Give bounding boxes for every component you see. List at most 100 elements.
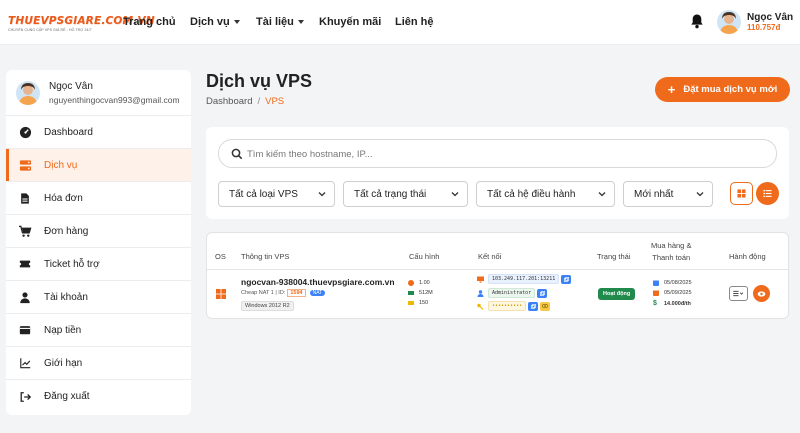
vps-hostname[interactable]: ngocvan-938004.thuevpsgiare.com.vn [241, 277, 395, 287]
status-badge: Hoạt động [598, 288, 636, 300]
vps-type-select[interactable]: Tất cả loại VPS [218, 181, 335, 207]
windows-icon [216, 289, 226, 299]
column-header-config: Cấu hình [409, 252, 440, 261]
os-select[interactable]: Tất cả hệ điều hành [476, 181, 615, 207]
copy-password-button[interactable] [528, 301, 539, 311]
chevron-down-icon [598, 192, 606, 197]
sidebar-item-label: Nạp tiền [44, 324, 82, 336]
sidebar-item-tickets[interactable]: Ticket hỗ trợ [6, 248, 191, 281]
actions-dropdown-button[interactable] [729, 286, 748, 301]
user-icon [18, 290, 32, 304]
nav-services-label: Dịch vụ [190, 16, 230, 28]
sidebar-item-deposit[interactable]: Nạp tiền [6, 314, 191, 347]
status-select[interactable]: Tất cả trạng thái [343, 181, 468, 207]
chevron-down-icon [297, 20, 304, 25]
calendar-icon [653, 280, 659, 286]
monitor-icon [477, 276, 484, 283]
top-navbar: THUEVPSGIARE.COM.VN CHUYÊN CUNG CẤP VPS … [0, 0, 800, 45]
expire-date: 05/09/2025 [653, 290, 692, 296]
column-header-purchase-line1: Mua hàng & [651, 241, 692, 250]
menu-icon [733, 290, 744, 297]
nav-services[interactable]: Dịch vụ [190, 16, 240, 28]
eye-icon [542, 304, 549, 308]
chevron-down-icon [318, 192, 326, 197]
nav-contact[interactable]: Liên hệ [395, 16, 434, 28]
column-header-purchase-line2: Thanh toán [652, 253, 691, 262]
nav-promotions[interactable]: Khuyến mãi [319, 16, 381, 28]
nat-badge: NAT [309, 290, 326, 296]
nav-docs[interactable]: Tài liệu [256, 16, 304, 28]
search-icon [231, 148, 243, 160]
ip-value[interactable]: 103.249.117.201:13211 [488, 274, 560, 284]
calendar-expire-icon [653, 290, 659, 296]
price-value: 14.000đ/th [664, 300, 691, 307]
sort-select[interactable]: Mới nhất [623, 181, 713, 207]
sidebar-item-label: Dịch vụ [44, 159, 78, 171]
sidebar-item-label: Đơn hàng [44, 225, 89, 237]
sidebar-item-label: Dashboard [44, 126, 93, 138]
disk-icon [408, 301, 414, 305]
grid-icon [737, 189, 746, 198]
filter-panel: Tất cả loại VPS Tất cả trạng thái Tất cả… [206, 127, 789, 219]
order-button-label: Đặt mua dịch vụ mới [683, 84, 778, 95]
avatar[interactable] [717, 10, 741, 34]
vps-plan: Cheap NAT 1 | ID: 1594 NAT [241, 289, 326, 297]
copy-username-button[interactable] [537, 288, 548, 298]
copy-ip-button[interactable] [561, 274, 572, 284]
sidebar-item-label: Ticket hỗ trợ [44, 258, 100, 270]
invoice-icon [18, 191, 32, 205]
copy-icon [539, 290, 545, 296]
memory-icon [408, 291, 414, 295]
disk-value: 150 [419, 300, 429, 306]
nav-home[interactable]: Trang chủ [123, 16, 176, 28]
password-value[interactable]: •••••••••• [488, 301, 527, 311]
sidebar-item-services[interactable]: Dịch vụ [6, 149, 191, 182]
nav-docs-label: Tài liệu [256, 16, 294, 28]
logout-icon [18, 390, 32, 404]
sidebar-item-orders[interactable]: Đơn hàng [6, 215, 191, 248]
sidebar-item-account[interactable]: Tài khoản [6, 281, 191, 314]
grid-view-button[interactable] [730, 182, 753, 205]
dashboard-icon [18, 125, 32, 139]
server-icon [18, 158, 32, 172]
vps-plan-label: Cheap NAT 1 | ID: [241, 290, 286, 296]
cpu-icon [408, 280, 414, 286]
ticket-icon [18, 257, 32, 271]
breadcrumb-home[interactable]: Dashboard [206, 96, 252, 107]
view-details-button[interactable] [753, 285, 770, 302]
list-view-button[interactable] [756, 182, 779, 205]
cart-icon [18, 224, 32, 238]
column-header-connect: Kết nối [478, 252, 502, 261]
spec-ram: 512M [408, 290, 433, 296]
price: $ 14.000đ/th [653, 300, 691, 307]
search-input[interactable] [247, 145, 747, 163]
eye-icon [757, 290, 766, 297]
list-icon [763, 189, 772, 198]
status-value: Tất cả trạng thái [354, 188, 427, 200]
breadcrumb-separator: / [257, 96, 261, 107]
sidebar-item-label: Đăng xuất [44, 391, 90, 402]
search-box [218, 139, 777, 168]
purchase-date: 05/08/2025 [653, 280, 692, 286]
sidebar-item-logout[interactable]: Đăng xuất [6, 380, 191, 413]
copy-icon [563, 276, 569, 282]
conn-password: •••••••••• [477, 301, 551, 311]
sidebar-item-limits[interactable]: Giới hạn [6, 347, 191, 380]
spec-disk: 150 [408, 300, 428, 306]
username-value[interactable]: Administrator [488, 288, 536, 298]
logo-tagline: CHUYÊN CUNG CẤP VPS GIÁ RẺ - HỖ TRỢ 24/7 [8, 28, 92, 32]
purchase-date-value: 05/08/2025 [664, 280, 692, 286]
sidebar-user-name: Ngọc Vân [49, 81, 93, 92]
chart-line-icon [18, 356, 32, 370]
cpu-value: 1.00 [419, 280, 430, 286]
sidebar-item-dashboard[interactable]: Dashboard [6, 116, 191, 149]
order-new-service-button[interactable]: + Đặt mua dịch vụ mới [655, 77, 790, 102]
breadcrumb-current: VPS [265, 96, 285, 107]
sidebar: Ngọc Vân nguyenthingocvan993@gmail.com D… [6, 70, 191, 415]
bell-icon[interactable] [690, 13, 704, 29]
sidebar-item-invoices[interactable]: Hóa đơn [6, 182, 191, 215]
show-password-button[interactable] [540, 301, 551, 311]
top-user-name[interactable]: Ngọc Vân [747, 12, 793, 23]
breadcrumb: Dashboard / VPS [206, 96, 284, 107]
header-divider [207, 269, 788, 270]
